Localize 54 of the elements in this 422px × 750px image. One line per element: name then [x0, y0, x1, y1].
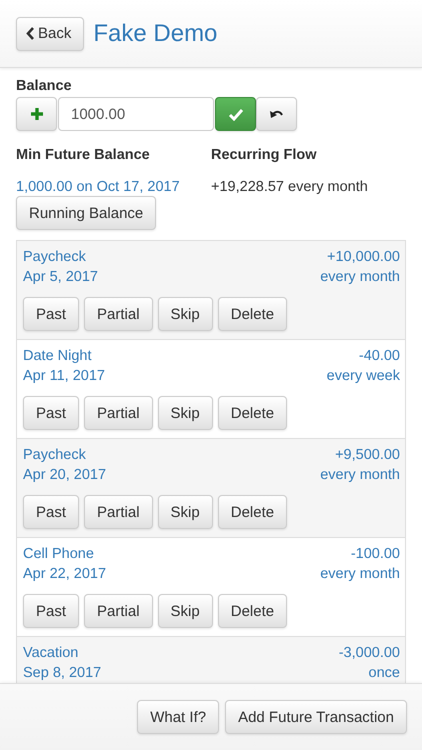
footer-button[interactable]: Add Future Transaction	[225, 700, 407, 734]
undo-icon	[269, 108, 284, 120]
balance-label: Balance	[16, 78, 73, 94]
transaction-amount: -40.00	[358, 348, 400, 364]
check-icon	[228, 108, 244, 120]
min-future-balance-link[interactable]: 1,000.00 on Oct 17, 2017	[16, 179, 211, 195]
action-button[interactable]: Skip	[158, 594, 213, 628]
transaction-frequency: every week	[326, 368, 400, 384]
action-button[interactable]: Past	[23, 396, 80, 430]
transaction-name[interactable]: Vacation	[23, 645, 78, 661]
transaction-date: Apr 20, 2017	[23, 467, 106, 483]
action-button[interactable]: Delete	[218, 594, 288, 628]
undo-button[interactable]	[256, 97, 297, 131]
recurring-flow-label: Recurring Flow	[211, 147, 318, 163]
transaction-amount: -3,000.00	[338, 645, 400, 661]
footer-button[interactable]: What If?	[137, 700, 220, 734]
transaction-name[interactable]: Paycheck	[23, 249, 86, 265]
running-balance-button[interactable]: Running Balance	[16, 196, 156, 230]
action-button[interactable]: Past	[23, 297, 80, 331]
transaction-date: Sep 8, 2017	[23, 665, 102, 681]
chevron-left-icon	[26, 27, 35, 40]
action-button[interactable]: Past	[23, 594, 80, 628]
transaction-frequency: every month	[320, 467, 400, 483]
action-button[interactable]: Past	[23, 495, 80, 529]
action-button[interactable]: Delete	[218, 297, 288, 331]
transaction-frequency: every month	[320, 566, 400, 582]
action-button[interactable]: Delete	[218, 495, 288, 529]
action-button[interactable]: Partial	[84, 495, 153, 529]
balance-input[interactable]: 1000.00	[58, 97, 214, 131]
transaction-amount: -100.00	[350, 546, 400, 562]
action-button[interactable]: Partial	[84, 594, 153, 628]
confirm-button[interactable]	[215, 97, 256, 131]
min-future-balance-label: Min Future Balance	[16, 147, 151, 163]
transaction-date: Apr 11, 2017	[23, 368, 105, 384]
plus-icon	[30, 107, 44, 121]
back-button[interactable]: Back	[16, 16, 84, 50]
action-button[interactable]: Delete	[218, 396, 288, 430]
action-button[interactable]: Partial	[84, 297, 153, 331]
action-button[interactable]: Skip	[158, 396, 213, 430]
transaction-name[interactable]: Cell Phone	[23, 546, 94, 562]
transaction-amount: +10,000.00	[327, 249, 400, 265]
transaction-date: Apr 5, 2017	[23, 269, 98, 285]
transaction-amount: +9,500.00	[335, 447, 400, 463]
transaction-frequency: once	[368, 665, 400, 681]
action-button[interactable]: Partial	[84, 396, 153, 430]
transaction-name[interactable]: Date Night	[23, 348, 92, 364]
page-title: Fake Demo	[93, 20, 218, 48]
action-button[interactable]: Skip	[158, 495, 213, 529]
transaction-frequency: every month	[320, 269, 400, 285]
transaction-name[interactable]: Paycheck	[23, 447, 86, 463]
recurring-flow-value: +19,228.57 every month	[211, 179, 369, 195]
action-button[interactable]: Skip	[158, 297, 213, 331]
transaction-date: Apr 22, 2017	[23, 566, 106, 582]
add-button[interactable]	[16, 97, 57, 131]
